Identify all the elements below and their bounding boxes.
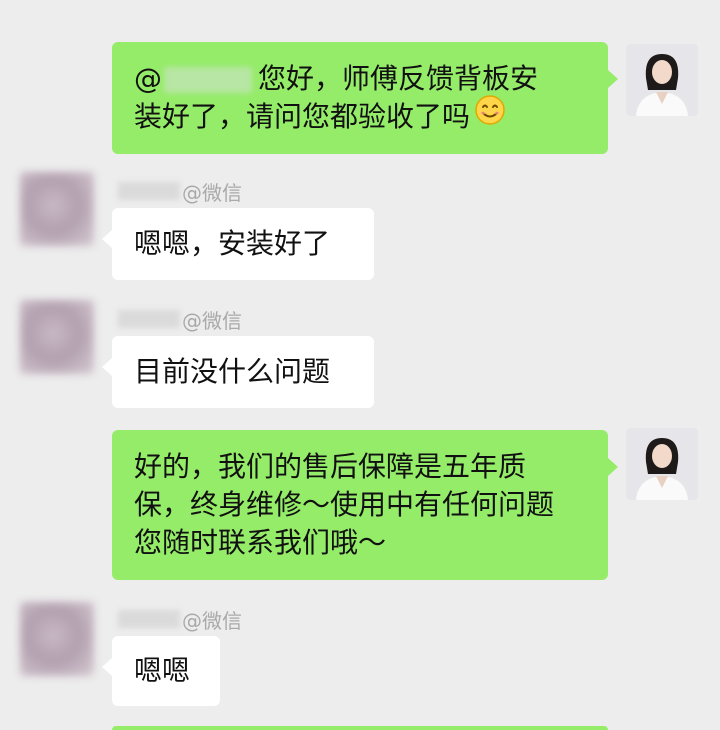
sender-name: @微信 [118, 178, 242, 205]
message-bubble-self[interactable]: @ 您好，师傅反馈背板安 装好了，请问您都验收了吗 [112, 42, 618, 154]
self-avatar[interactable] [626, 428, 698, 500]
message-bubble-other[interactable]: 嗯嗯 [102, 636, 220, 706]
contact-avatar[interactable] [20, 602, 94, 676]
message-bubble-other[interactable]: 目前没什么问题 [102, 336, 374, 408]
sender-source-label: @微信 [182, 608, 242, 633]
message-text-line: 装好了，请问您都验收了吗 [134, 100, 471, 133]
contact-avatar[interactable] [20, 300, 94, 374]
person-portrait-icon [626, 44, 698, 116]
mention-redacted-name [164, 67, 252, 93]
message-text-line: 您随时联系我们哦～ [134, 526, 387, 559]
message-text-line: 保，终身维修～使用中有任何问题 [134, 488, 555, 521]
redacted-name [118, 310, 180, 328]
message-text: 嗯嗯 [134, 654, 191, 687]
message-text: 目前没什么问题 [134, 355, 331, 388]
redacted-name [118, 610, 180, 628]
redacted-name [118, 182, 180, 200]
person-portrait-icon [626, 428, 698, 500]
message-text-line: 您好，师傅反馈背板安 [258, 62, 539, 95]
message-bubble-self[interactable]: 好的，我们的售后保障是五年质 保，终身维修～使用中有任何问题 您随时联系我们哦～ [112, 430, 618, 580]
self-avatar[interactable] [626, 44, 698, 116]
message-text: 嗯嗯，安装好了 [134, 227, 331, 260]
sender-source-label: @微信 [182, 180, 242, 205]
chat-window: @ 您好，师傅反馈背板安 装好了，请问您都验收了吗 @微信 嗯嗯，安装好了 @微… [0, 0, 720, 730]
smile-icon [474, 94, 506, 136]
sender-name: @微信 [118, 606, 242, 633]
mention-text: @ [134, 62, 162, 95]
message-text-line: 好的，我们的售后保障是五年质 [134, 450, 527, 483]
contact-avatar[interactable] [20, 172, 94, 246]
message-bubble-other[interactable]: 嗯嗯，安装好了 [102, 208, 374, 280]
sender-name: @微信 [118, 306, 242, 333]
message-bubble-self-partial[interactable] [112, 726, 608, 730]
sender-source-label: @微信 [182, 308, 242, 333]
